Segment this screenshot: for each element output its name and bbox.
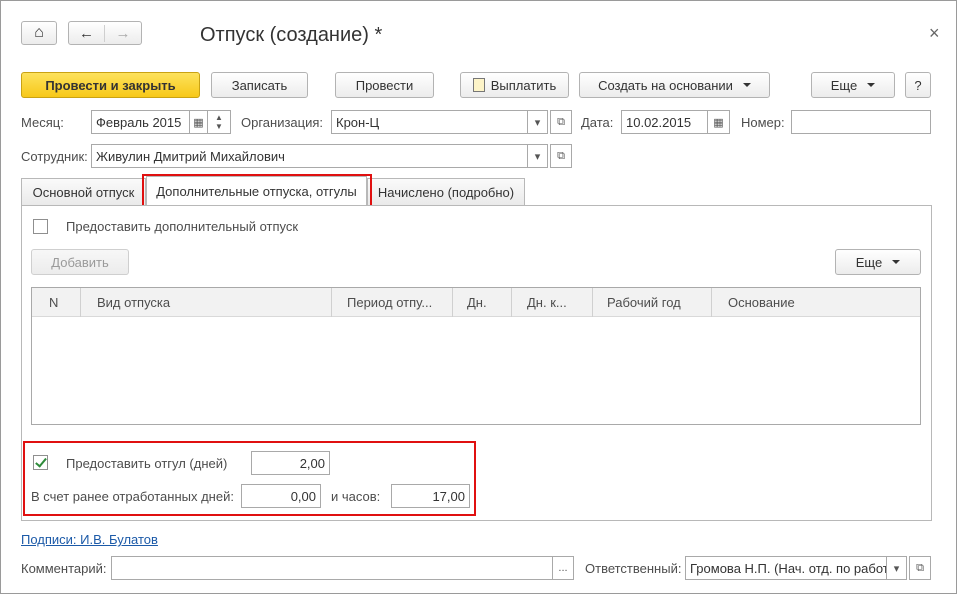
column-divider (80, 288, 81, 317)
dropdown-arrow-icon[interactable]: ▾ (528, 144, 548, 168)
window-title: Отпуск (создание) * (200, 24, 383, 46)
table-header-calendar-days[interactable]: Дн. к... (512, 288, 592, 317)
more-actions-label: Еще (830, 77, 858, 93)
comment-label: Комментарий: (21, 561, 107, 576)
dropdown-arrow-icon[interactable]: ▾ (887, 556, 907, 580)
document-window: ⌂ ← → Отпуск (создание) * × Провести и з… (0, 0, 957, 594)
home-button[interactable]: ⌂ (21, 21, 57, 45)
dropdown-arrow-icon[interactable]: ▾ (528, 110, 548, 134)
column-divider (511, 288, 512, 317)
table-header-work-year[interactable]: Рабочий год (593, 288, 711, 317)
create-based-on-label: Создать на основании (598, 77, 733, 93)
organization-field[interactable]: Крон-Ц (331, 110, 528, 134)
open-icon[interactable]: ⧉ (550, 110, 572, 134)
date-field[interactable]: 10.02.2015 (621, 110, 708, 134)
column-divider (452, 288, 453, 317)
tab-accrued-detail[interactable]: Начислено (подробно) (367, 178, 525, 205)
open-icon[interactable]: ⧉ (909, 556, 931, 580)
pay-button[interactable]: Выплатить (460, 72, 569, 98)
organization-label: Организация: (241, 115, 324, 130)
time-off-highlight-frame (23, 441, 476, 516)
calendar-icon[interactable]: ▦ (708, 110, 730, 134)
extra-leave-checkbox[interactable] (33, 219, 48, 234)
number-label: Номер: (741, 115, 785, 130)
save-button[interactable]: Записать (211, 72, 308, 98)
month-field[interactable]: Февраль 2015 (91, 110, 190, 134)
more-actions-button[interactable]: Еще (811, 72, 895, 98)
table-header-basis[interactable]: Основание (712, 288, 920, 317)
pay-button-label: Выплатить (490, 77, 557, 93)
responsible-label: Ответственный: (585, 561, 682, 576)
column-divider (711, 288, 712, 317)
date-label: Дата: (581, 115, 614, 130)
add-button[interactable]: Добавить (31, 249, 129, 275)
document-icon (472, 78, 485, 92)
post-button[interactable]: Провести (335, 72, 434, 98)
post-and-close-button[interactable]: Провести и закрыть (21, 72, 200, 98)
signatures-link[interactable]: Подписи: И.В. Булатов (21, 532, 158, 547)
open-icon[interactable]: ⧉ (550, 144, 572, 168)
employee-field[interactable]: Живулин Дмитрий Михайлович (91, 144, 528, 168)
table-header-period[interactable]: Период отпу... (332, 288, 452, 317)
calendar-icon[interactable]: ▦ (190, 110, 208, 134)
column-divider (592, 288, 593, 317)
forward-arrow-icon[interactable]: → (105, 25, 141, 42)
help-button[interactable]: ? (905, 72, 931, 98)
nav-button-group: ← → (68, 21, 142, 45)
chevron-down-icon (742, 83, 751, 87)
column-divider (331, 288, 332, 317)
responsible-field[interactable]: Громова Н.П. (Нач. отд. по работ (685, 556, 887, 580)
table-header-leave-type[interactable]: Вид отпуска (81, 288, 331, 317)
back-arrow-icon[interactable]: ← (69, 24, 106, 42)
comment-field[interactable] (111, 556, 553, 580)
comment-select-button[interactable]: ... (553, 556, 574, 580)
table-header-days[interactable]: Дн. (453, 288, 511, 317)
table-header-n[interactable]: N (32, 288, 80, 317)
grid-more-button[interactable]: Еще (835, 249, 921, 275)
number-field[interactable] (791, 110, 931, 134)
employee-label: Сотрудник: (21, 149, 88, 164)
month-label: Месяц: (21, 115, 64, 130)
extra-leave-checkbox-label: Предоставить дополнительный отпуск (66, 219, 299, 234)
spin-stepper[interactable]: ▲ ▼ (208, 110, 231, 134)
tab-main-leave[interactable]: Основной отпуск (21, 178, 146, 205)
create-based-on-button[interactable]: Создать на основании (579, 72, 770, 98)
chevron-down-icon (892, 260, 901, 264)
chevron-down-icon (867, 83, 876, 87)
home-icon: ⌂ (34, 24, 44, 41)
close-icon[interactable]: × (929, 23, 940, 44)
grid-more-label: Еще (855, 254, 883, 270)
